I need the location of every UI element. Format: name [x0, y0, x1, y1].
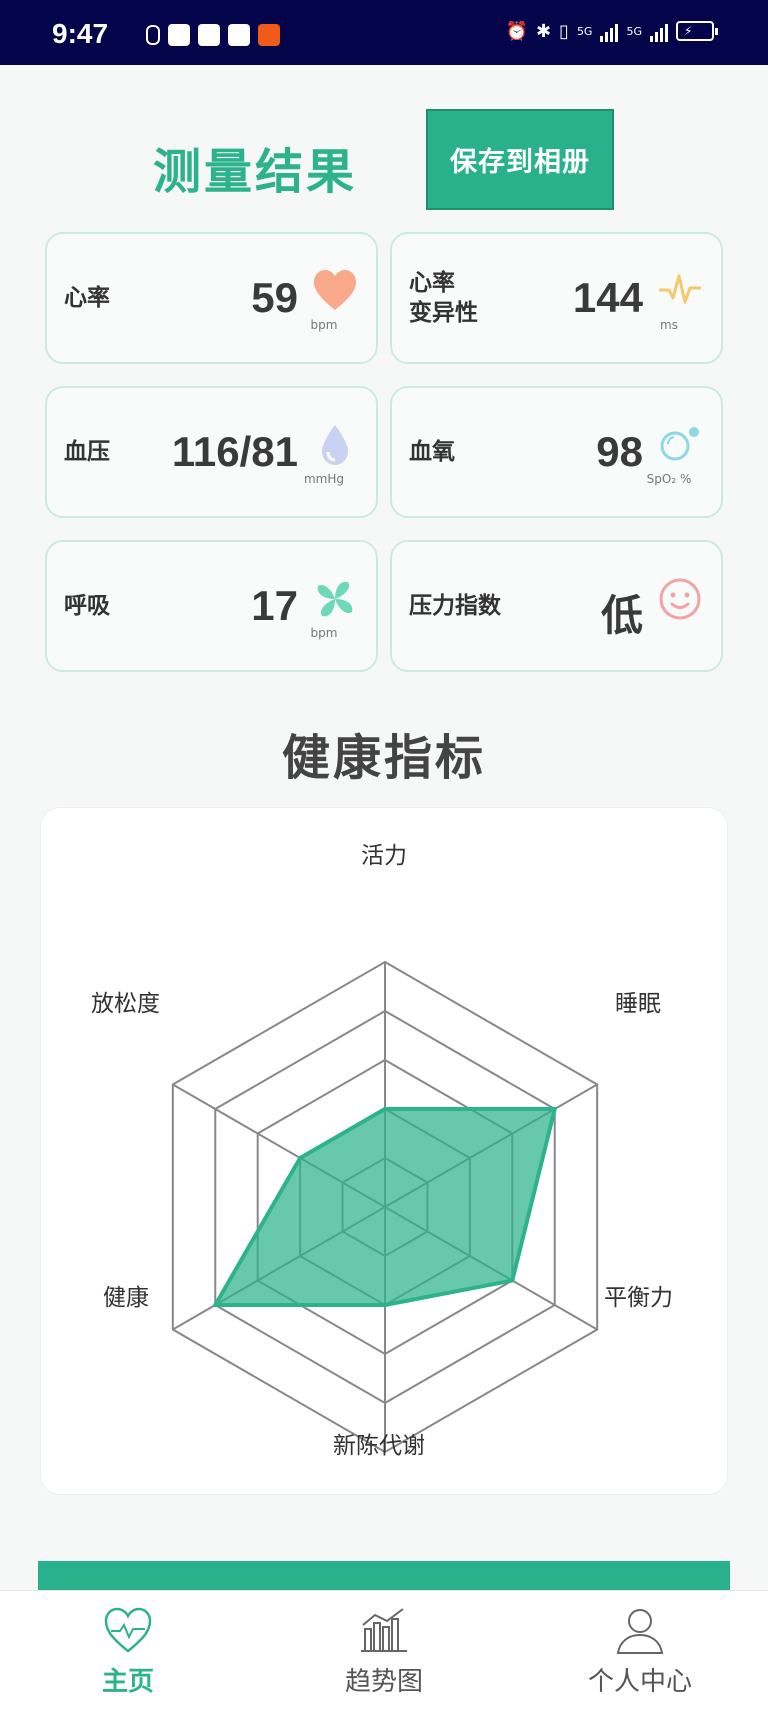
stress-card: 压力指数 低	[390, 540, 723, 672]
app-notification-icon	[258, 24, 280, 46]
signal-icon	[600, 20, 619, 42]
oxygen-bubble-icon	[660, 427, 699, 461]
nav-item-trend[interactable]: 趋势图	[304, 1591, 464, 1709]
heart-rate-value: 59	[251, 274, 298, 321]
axis-label-metabolism: 新陈代谢	[333, 1433, 425, 1459]
battery-icon: ⚡	[676, 21, 718, 41]
nav-item-home[interactable]: 主页	[48, 1591, 208, 1709]
radar-point-1	[552, 1107, 557, 1111]
nav-label-profile: 个人中心	[587, 1667, 692, 1697]
smiley-icon	[659, 578, 701, 620]
system-icons: ⏰ ✱ ▯ 5G 5G ⚡	[505, 20, 718, 42]
axis-label-relaxation: 放松度	[91, 991, 160, 1017]
blood-oxygen-card: 血氧 98 SpO₂ %	[390, 386, 723, 518]
radar-point-3	[383, 1303, 387, 1307]
network-type-label-2: 5G	[626, 24, 642, 38]
respiration-label: 呼吸	[64, 593, 110, 619]
blood-oxygen-value: 98	[596, 428, 643, 475]
alarm-icon: ⏰	[505, 20, 528, 42]
nav-item-profile[interactable]: 个人中心	[560, 1591, 720, 1709]
radar-point-0	[383, 1107, 387, 1111]
health-indicators-title: 健康指标	[281, 730, 486, 786]
heart-monitor-icon	[104, 1607, 152, 1653]
radar-point-4	[213, 1303, 218, 1307]
green-action-bar	[38, 1561, 730, 1591]
blood-pressure-unit: mmHg	[303, 472, 345, 486]
hrv-label: 心率 变异性	[409, 270, 478, 326]
nav-label-home: 主页	[101, 1667, 154, 1697]
stress-value: 低	[600, 592, 643, 639]
bottom-navigation: 主页 趋势图 个人中心	[0, 1590, 768, 1709]
hrv-card: 心率 变异性 144 ms	[390, 232, 723, 364]
page-title: 测量结果	[153, 144, 358, 200]
axis-label-vitality: 活力	[361, 843, 407, 869]
bluetooth-icon: ✱	[535, 20, 552, 42]
radar-chart-panel: 活力 睡眠 平衡力 新陈代谢 健康 放松度	[40, 807, 728, 1495]
stress-label: 压力指数	[409, 593, 501, 619]
sim-icon	[146, 25, 160, 45]
shopping-bag-icon	[168, 24, 190, 46]
shopping-bag-icon-2	[198, 24, 220, 46]
network-type-label: 5G	[576, 24, 593, 38]
status-time: 9:47	[52, 18, 109, 49]
radar-point-2	[510, 1278, 515, 1283]
chat-app-icon	[228, 24, 250, 46]
heart-rate-card: 心率 59 bpm	[45, 232, 378, 364]
axis-label-balance: 平衡力	[604, 1285, 673, 1311]
heart-icon	[314, 270, 356, 310]
hrv-unit: ms	[660, 318, 678, 332]
user-icon	[616, 1609, 664, 1654]
signal-icon-2	[650, 20, 668, 42]
save-to-album-button[interactable]: 保存到相册	[426, 109, 614, 210]
status-bar: 9:47 ⏰ ✱ ▯ 5G 5G ⚡	[0, 0, 768, 65]
respiration-card: 呼吸 17 bpm	[45, 540, 378, 672]
respiration-unit: bpm	[310, 626, 338, 640]
pulse-wave-icon	[659, 274, 701, 304]
respiration-value: 17	[251, 582, 298, 629]
radar-point-5	[298, 1156, 303, 1160]
blood-pressure-label: 血压	[64, 439, 110, 465]
heart-rate-unit: bpm	[310, 318, 338, 332]
fan-icon	[317, 581, 353, 617]
axis-label-health: 健康	[103, 1285, 149, 1311]
axis-label-sleep: 睡眠	[615, 991, 661, 1017]
blood-pressure-value: 116/81	[171, 428, 298, 475]
notification-icons	[146, 24, 280, 46]
blood-oxygen-unit: SpO₂ %	[646, 472, 692, 486]
radar-chart	[171, 960, 599, 1454]
trend-chart-icon	[361, 1608, 407, 1652]
water-drop-icon	[322, 425, 348, 465]
heart-rate-label: 心率	[64, 285, 110, 311]
hrv-value: 144	[572, 274, 643, 321]
nav-label-trend: 趋势图	[344, 1667, 423, 1697]
vibrate-icon: ▯	[559, 20, 569, 42]
blood-oxygen-label: 血氧	[409, 439, 455, 465]
blood-pressure-card: 血压 116/81 mmHg	[45, 386, 378, 518]
